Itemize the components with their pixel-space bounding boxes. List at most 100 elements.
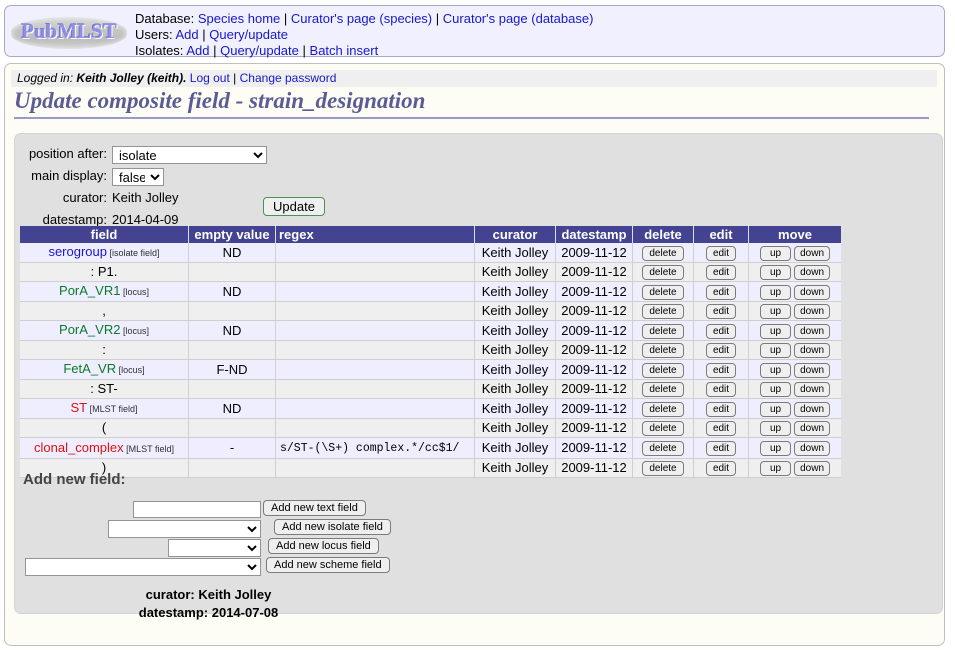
move-down-button[interactable]: down xyxy=(794,441,831,457)
cell-move: up down xyxy=(748,418,841,438)
move-up-button[interactable]: up xyxy=(759,461,792,477)
footer-datestamp-label: datestamp: xyxy=(138,605,209,620)
nav-link-species-home[interactable]: Species home xyxy=(198,11,280,26)
add-new-text-field-button[interactable]: Add new text field xyxy=(263,500,366,516)
cell-datestamp: 2009-11-12 xyxy=(555,262,633,282)
move-down-button[interactable]: down xyxy=(794,343,831,359)
move-up-button[interactable]: up xyxy=(759,323,792,339)
nav-link-users-add[interactable]: Add xyxy=(175,27,198,42)
move-up-button[interactable]: up xyxy=(759,382,792,398)
add-new-isolate-field-button[interactable]: Add new isolate field xyxy=(274,519,391,535)
edit-button[interactable]: edit xyxy=(705,284,737,300)
cell-datestamp: 2009-11-12 xyxy=(555,281,633,302)
nav-link-isolates-batch-insert[interactable]: Batch insert xyxy=(310,43,379,58)
new-isolate-field-select[interactable] xyxy=(108,520,261,538)
cell-empty-value: F-ND xyxy=(188,359,276,380)
edit-button[interactable]: edit xyxy=(705,441,737,457)
table-row: ST [MLST field] ND Keith Jolley 2009-11-12 d… xyxy=(20,398,841,419)
nav-link-users-query-update[interactable]: Query/update xyxy=(209,27,288,42)
move-down-button[interactable]: down xyxy=(794,245,831,261)
move-up-button[interactable]: up xyxy=(759,343,792,359)
cell-delete: delete xyxy=(632,281,694,302)
nav-link-curators-page-database[interactable]: Curator's page (database) xyxy=(443,11,594,26)
edit-button[interactable]: edit xyxy=(705,461,737,477)
position-after-select[interactable]: isolate xyxy=(112,145,267,164)
cell-edit: edit xyxy=(693,301,749,321)
pubmlst-logo: PubMLST xyxy=(11,15,127,51)
cell-delete: delete xyxy=(632,340,694,360)
move-down-button[interactable]: down xyxy=(794,323,831,339)
new-scheme-field-select[interactable] xyxy=(25,558,261,576)
nav-link-isolates-query-update[interactable]: Query/update xyxy=(220,43,299,58)
col-header-field: field xyxy=(20,226,189,243)
delete-button[interactable]: delete xyxy=(642,343,684,359)
add-new-locus-field-button[interactable]: Add new locus field xyxy=(268,538,379,554)
move-down-button[interactable]: down xyxy=(794,461,831,477)
table-row: PorA_VR2 [locus] ND Keith Jolley 2009-11-12… xyxy=(20,320,841,341)
move-up-button[interactable]: up xyxy=(759,441,792,457)
delete-button[interactable]: delete xyxy=(642,382,684,398)
edit-button[interactable]: edit xyxy=(705,401,737,417)
move-down-button[interactable]: down xyxy=(794,265,831,281)
cell-empty-value: - xyxy=(188,437,276,459)
delete-button[interactable]: delete xyxy=(642,265,684,281)
cell-curator: Keith Jolley xyxy=(474,398,556,419)
add-new-scheme-field-button[interactable]: Add new scheme field xyxy=(266,557,390,573)
form-row-main-display: main display: false xyxy=(25,166,267,186)
edit-button[interactable]: edit xyxy=(705,323,737,339)
new-locus-field-select[interactable] xyxy=(168,539,261,557)
update-button[interactable]: Update xyxy=(263,197,325,216)
delete-button[interactable]: delete xyxy=(642,461,684,477)
move-down-button[interactable]: down xyxy=(794,304,831,320)
new-text-field-input[interactable] xyxy=(133,501,261,518)
change-password-link[interactable]: Change password xyxy=(240,71,337,85)
table-row: FetA_VR [locus] F-ND Keith Jolley 2009-11-1… xyxy=(20,359,841,380)
cell-move: up down xyxy=(748,379,841,399)
move-up-button[interactable]: up xyxy=(759,265,792,281)
nav-link-curators-page-species[interactable]: Curator's page (species) xyxy=(291,11,432,26)
move-up-button[interactable]: up xyxy=(759,421,792,437)
cell-field: PorA_VR1 [locus] xyxy=(20,281,189,302)
delete-button[interactable]: delete xyxy=(642,401,684,417)
delete-button[interactable]: delete xyxy=(642,245,684,261)
delete-button[interactable]: delete xyxy=(642,421,684,437)
cell-delete: delete xyxy=(632,262,694,282)
move-up-button[interactable]: up xyxy=(759,284,792,300)
cell-delete: delete xyxy=(632,243,694,263)
edit-button[interactable]: edit xyxy=(705,382,737,398)
cell-edit: edit xyxy=(693,359,749,380)
field-name: serogroup xyxy=(48,244,107,259)
edit-button[interactable]: edit xyxy=(705,304,737,320)
delete-button[interactable]: delete xyxy=(642,284,684,300)
move-up-button[interactable]: up xyxy=(759,401,792,417)
table-row: : Keith Jolley 2009-11-12 delete edit up down xyxy=(20,340,841,360)
move-down-button[interactable]: down xyxy=(794,401,831,417)
move-down-button[interactable]: down xyxy=(794,362,831,378)
main-display-select[interactable]: false xyxy=(112,167,164,186)
delete-button[interactable]: delete xyxy=(642,304,684,320)
nav-line-isolates: Isolates: Add | Query/update | Batch ins… xyxy=(135,43,593,59)
move-down-button[interactable]: down xyxy=(794,284,831,300)
logo-text: PubMLST xyxy=(21,19,117,43)
delete-button[interactable]: delete xyxy=(642,441,684,457)
cell-datestamp: 2009-11-12 xyxy=(555,418,633,438)
delete-button[interactable]: delete xyxy=(642,323,684,339)
move-down-button[interactable]: down xyxy=(794,382,831,398)
cell-datestamp: 2009-11-12 xyxy=(555,320,633,341)
move-up-button[interactable]: up xyxy=(759,304,792,320)
nav-link-isolates-add[interactable]: Add xyxy=(186,43,209,58)
field-type-label: [MLST field] xyxy=(87,404,138,414)
move-down-button[interactable]: down xyxy=(794,421,831,437)
move-up-button[interactable]: up xyxy=(759,362,792,378)
edit-button[interactable]: edit xyxy=(705,265,737,281)
field-name: , xyxy=(102,303,106,318)
edit-button[interactable]: edit xyxy=(705,362,737,378)
logout-link[interactable]: Log out xyxy=(190,71,230,85)
edit-button[interactable]: edit xyxy=(705,245,737,261)
edit-button[interactable]: edit xyxy=(705,343,737,359)
move-up-button[interactable]: up xyxy=(759,245,792,261)
delete-button[interactable]: delete xyxy=(642,362,684,378)
cell-datestamp: 2009-11-12 xyxy=(555,398,633,419)
edit-button[interactable]: edit xyxy=(705,421,737,437)
nav-label-users: Users: xyxy=(135,27,173,42)
